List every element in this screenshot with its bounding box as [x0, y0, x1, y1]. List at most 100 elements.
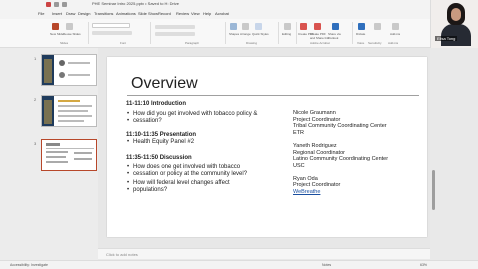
- font-box-icon[interactable]: [92, 23, 130, 28]
- speaker-name: Ryan Oda: [293, 175, 318, 182]
- agenda-bullet-continued: cessation or policy at the community lev…: [126, 171, 291, 178]
- speaker-affiliation: USC: [293, 162, 305, 169]
- divider: [225, 22, 226, 44]
- tab-animations[interactable]: Animations: [116, 11, 136, 16]
- speaker-role: Project Coordinator: [293, 116, 341, 123]
- tab-draw[interactable]: Draw: [66, 11, 75, 16]
- accessibility-status[interactable]: Accessibility: Investigate: [10, 263, 48, 267]
- tab-transitions[interactable]: Transitions: [94, 11, 113, 16]
- notes-placeholder[interactable]: Click to add notes: [106, 252, 138, 257]
- agenda-bullet: How did you get involved with tobacco po…: [126, 111, 291, 118]
- speaker-org: Tribal Community Coordinating Center: [293, 123, 387, 130]
- tab-slide-show[interactable]: Slide Show: [138, 11, 158, 16]
- tab-file[interactable]: File: [38, 11, 44, 16]
- tab-help[interactable]: Help: [203, 11, 211, 16]
- paragraph-icon[interactable]: [155, 25, 195, 29]
- reuse-slides-icon[interactable]: [66, 23, 73, 30]
- agenda-textbox[interactable]: 11-11:10 Introduction How did you get in…: [126, 101, 291, 194]
- person-shoulders: [441, 24, 471, 46]
- new-slide-icon[interactable]: [52, 23, 59, 30]
- divider: [278, 22, 279, 44]
- group-voice: Voice: [357, 41, 365, 45]
- notes-toggle[interactable]: Notes: [322, 263, 331, 267]
- speaker-org: Latino Community Coordinating Center: [293, 156, 389, 163]
- share-link-icon[interactable]: [314, 23, 321, 30]
- tab-design[interactable]: Design: [78, 11, 90, 16]
- slide-thumbnail[interactable]: [41, 54, 97, 86]
- title-bar: PHE Seminar Intro 2025.pptx • Saved to H…: [0, 0, 478, 9]
- dictate-button[interactable]: Dictate: [356, 32, 365, 36]
- align-icon[interactable]: [155, 32, 195, 36]
- group-font: Font: [120, 41, 127, 45]
- tab-insert[interactable]: Insert: [52, 11, 62, 16]
- speaker-name: Nicole Graumann: [293, 110, 336, 116]
- right-panel: [430, 48, 478, 259]
- undo-icon[interactable]: [62, 2, 67, 7]
- create-pdf-share-button[interactable]: Create PDF and Share link: [310, 32, 330, 40]
- add-ins-icon[interactable]: [392, 23, 399, 30]
- save-icon[interactable]: [54, 2, 59, 7]
- zoom-level[interactable]: 63%: [420, 263, 427, 267]
- person-face: [451, 8, 461, 21]
- outlook-icon[interactable]: [332, 23, 339, 30]
- slide-title[interactable]: Overview: [131, 75, 198, 93]
- share-outlook-button[interactable]: Share via Outlook: [328, 32, 348, 40]
- speakers-textbox[interactable]: Nicole Graumann Project Coordinator Trib…: [293, 110, 425, 196]
- tab-view[interactable]: View: [191, 11, 200, 16]
- slide[interactable]: Overview 11-11:10 Introduction How did y…: [107, 57, 427, 237]
- divider: [88, 22, 89, 44]
- agenda-bullet: Health Equity Panel #2: [126, 139, 291, 146]
- font-format-icon[interactable]: [92, 31, 132, 35]
- shapes-button[interactable]: Shapes: [229, 32, 239, 36]
- agenda-time: 11-11:10 Introduction: [126, 101, 187, 107]
- group-paragraph: Paragraph: [185, 41, 200, 45]
- status-bar: Accessibility: Investigate Notes 63%: [0, 260, 478, 269]
- webcam-name: Elisa Tong: [435, 36, 458, 41]
- group-adobe-acrobat: Adobe Acrobat: [310, 41, 330, 45]
- agenda-time: 11:10-11:35 Presentation: [126, 132, 197, 138]
- notes-pane[interactable]: Click to add notes: [98, 248, 430, 259]
- ribbon-tabs: File Insert Draw Design Transitions Anim…: [0, 9, 478, 19]
- vertical-scrollbar[interactable]: [432, 170, 435, 210]
- slide-thumbnail-selected[interactable]: [41, 139, 97, 171]
- thumbnail-number: 1: [34, 56, 37, 61]
- agenda-time: 11:35-11:50 Discussion: [126, 155, 192, 161]
- quick-styles-button[interactable]: Quick Styles: [252, 32, 269, 36]
- microphone-icon[interactable]: [358, 23, 365, 30]
- speaker-role: Regional Coordinator: [293, 149, 345, 156]
- group-drawing: Drawing: [246, 41, 258, 45]
- thumbnail-number: 2: [34, 97, 37, 102]
- sensitivity-icon[interactable]: [374, 23, 381, 30]
- agenda-bullet: How will federal level changes affect: [126, 180, 291, 187]
- arrange-button[interactable]: Arrange: [240, 32, 251, 36]
- add-ins-button[interactable]: Add-ins: [390, 32, 400, 36]
- speaker-org-link[interactable]: WeBreathe: [293, 189, 425, 196]
- autosave-icon[interactable]: [46, 2, 51, 7]
- create-pdf-icon[interactable]: [300, 23, 307, 30]
- divider: [296, 22, 297, 44]
- editing-button[interactable]: Editing: [282, 32, 291, 36]
- agenda-bullet-continued: populations?: [126, 187, 291, 194]
- new-slide-button[interactable]: New Slide: [50, 32, 64, 36]
- divider: [150, 22, 151, 44]
- group-add-ins: Add-ins: [388, 41, 399, 45]
- slide-thumbnail[interactable]: [41, 95, 97, 127]
- thumbnail-number: 3: [34, 141, 37, 146]
- speaker-affiliation: ETR: [293, 130, 304, 137]
- tab-review[interactable]: Review: [176, 11, 189, 16]
- window-title: PHE Seminar Intro 2025.pptx • Saved to H…: [92, 1, 179, 6]
- speaker-role: Project Coordinator: [293, 182, 341, 189]
- shapes-icon[interactable]: [230, 23, 237, 30]
- editing-icon[interactable]: [284, 23, 291, 30]
- webcam-overlay: Elisa Tong: [430, 0, 478, 48]
- tab-acrobat[interactable]: Acrobat: [215, 11, 229, 16]
- tab-record[interactable]: Record: [158, 11, 171, 16]
- agenda-bullet: How does one get involved with tobacco: [126, 164, 291, 171]
- quick-styles-icon[interactable]: [255, 23, 262, 30]
- arrange-icon[interactable]: [242, 23, 249, 30]
- group-slides: Slides: [60, 41, 69, 45]
- slide-thumbnails-pane: 1 2 3: [0, 48, 98, 260]
- group-sensitivity: Sensitivity: [368, 41, 382, 45]
- title-underline: [127, 95, 419, 96]
- reuse-slides-button[interactable]: Reuse Slides: [63, 32, 81, 36]
